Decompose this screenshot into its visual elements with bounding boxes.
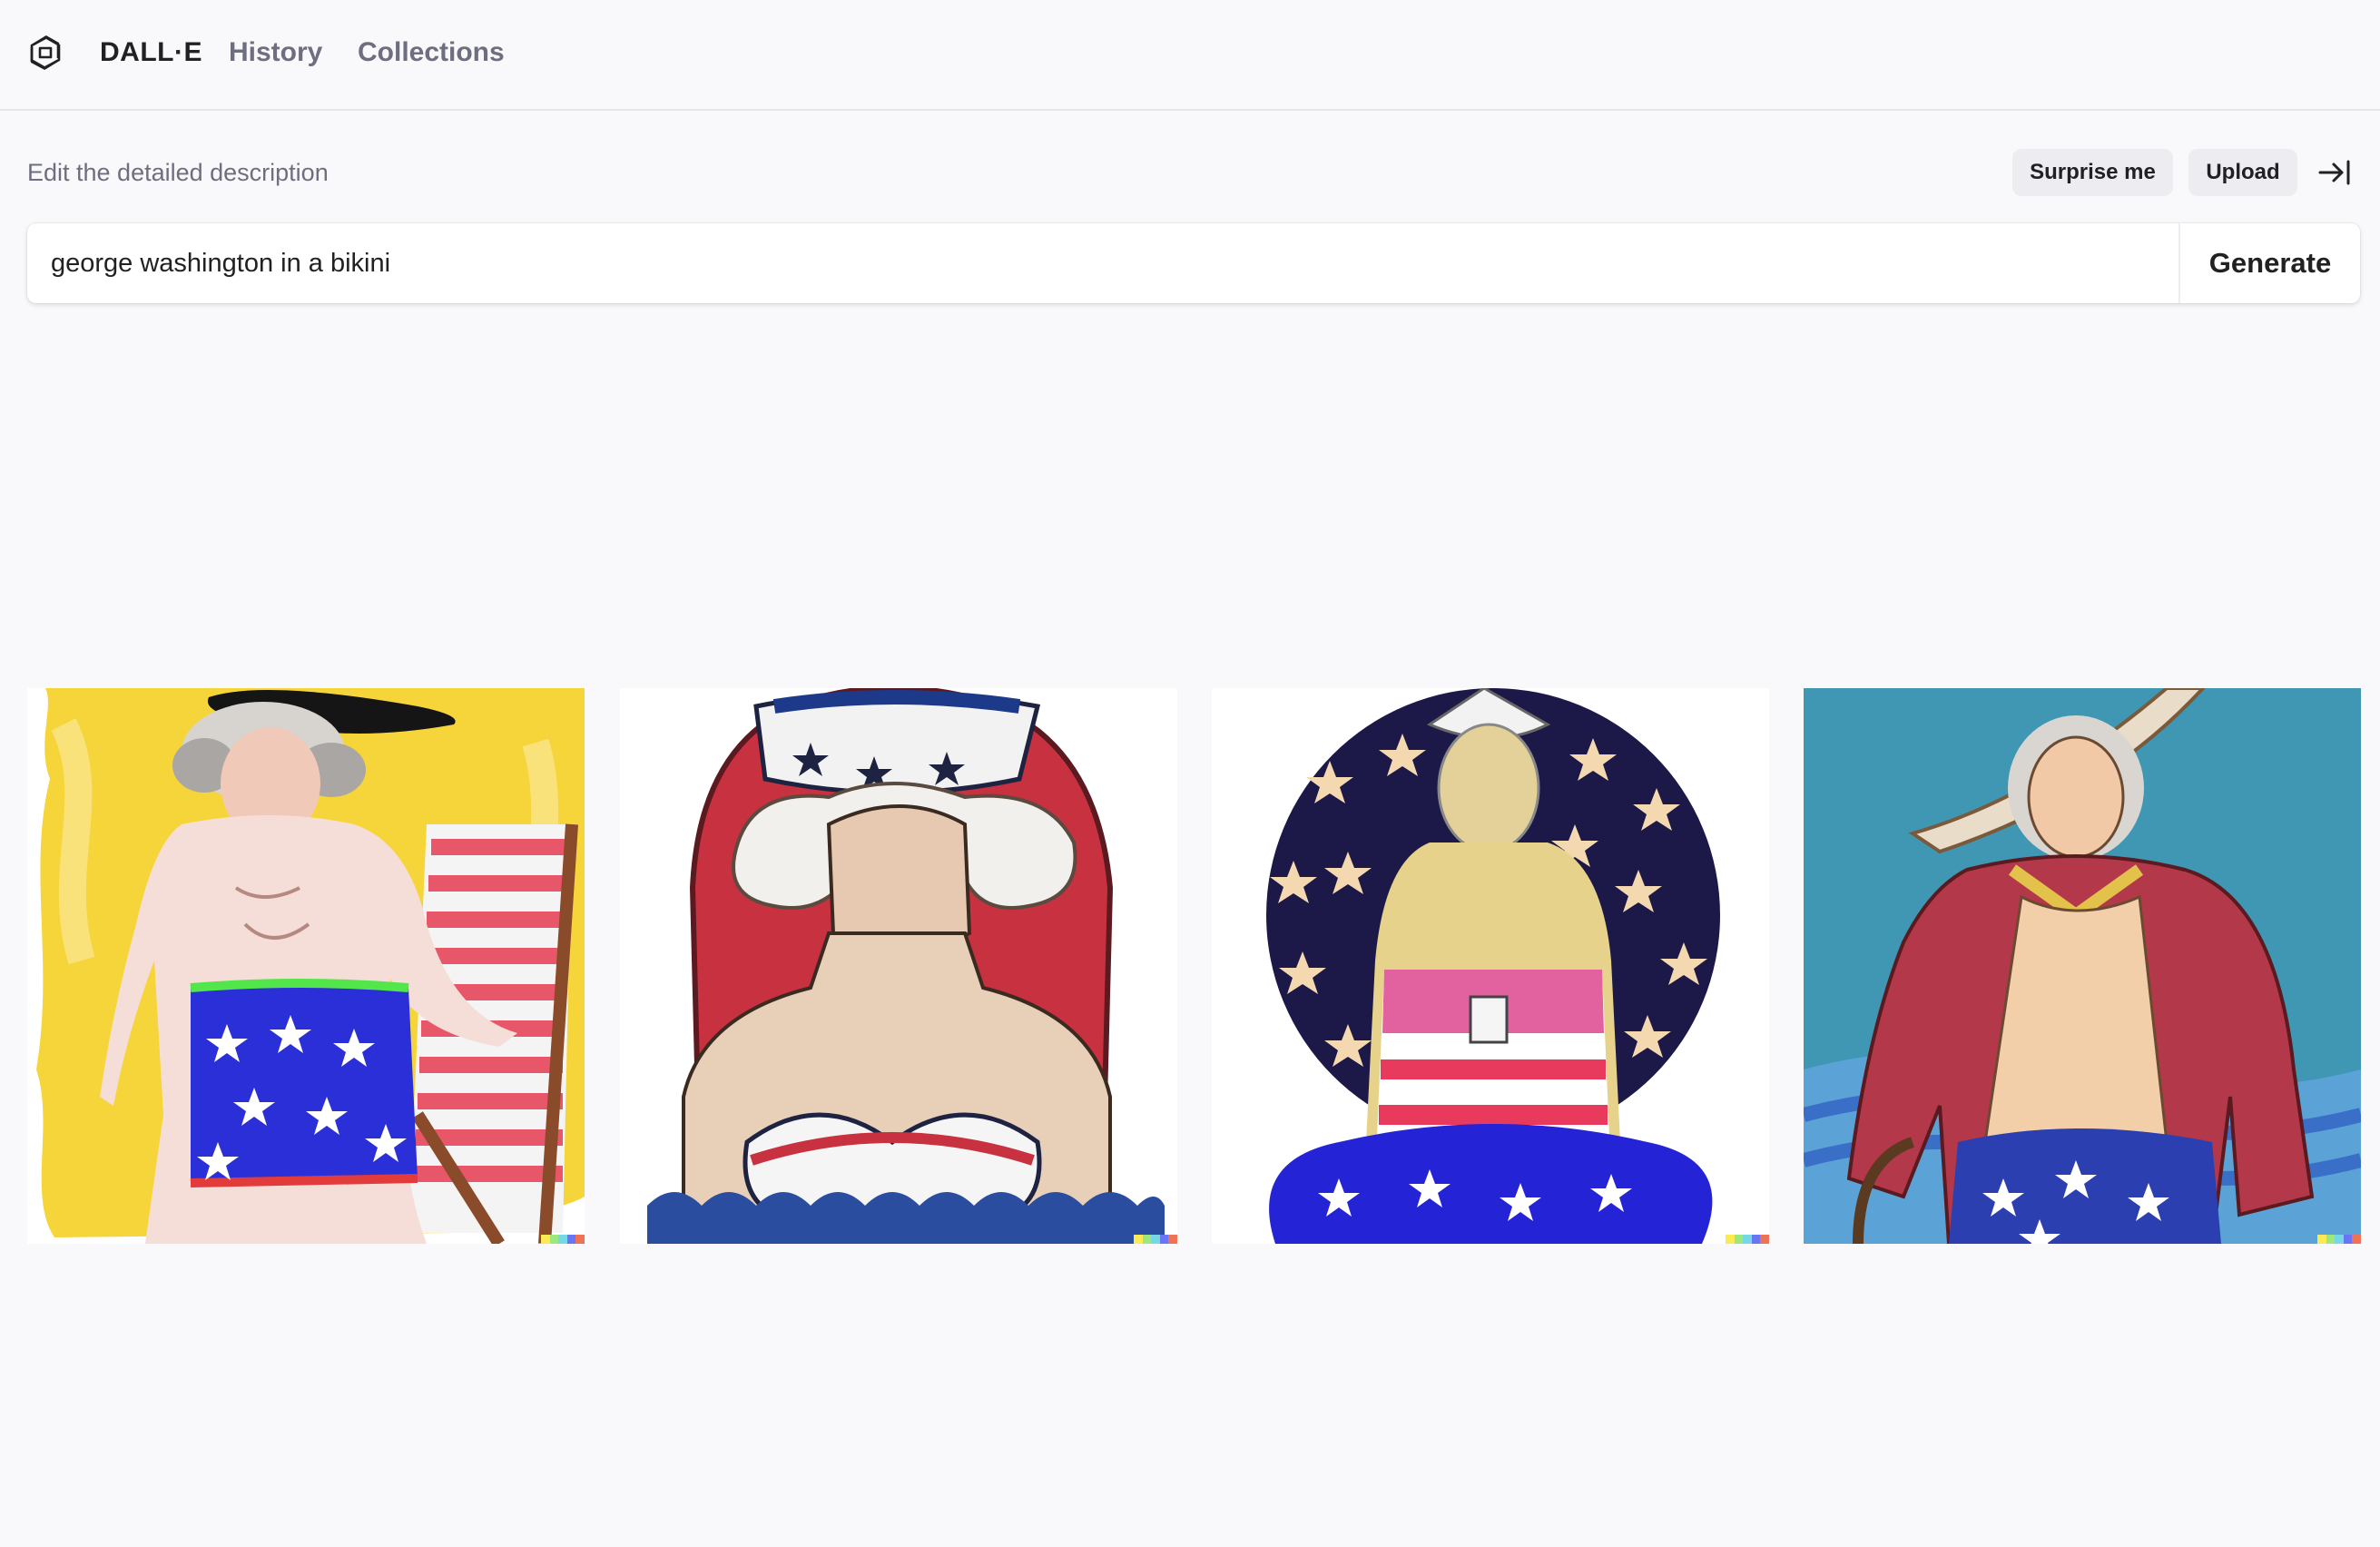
nav-collections-link[interactable]: Collections (358, 33, 505, 73)
signature-mark (2317, 1235, 2361, 1244)
signature-mark (1726, 1235, 1769, 1244)
generated-image-3 (1212, 688, 1769, 1244)
brand-title[interactable]: DALL·E (100, 33, 202, 73)
result-image-3[interactable] (1212, 688, 1769, 1244)
generated-image-4 (1804, 688, 2361, 1244)
result-image-2[interactable] (620, 688, 1177, 1244)
top-nav-bar: DALL·E History Collections (0, 0, 2380, 111)
generated-image-1 (27, 688, 585, 1244)
generated-image-2 (620, 688, 1177, 1244)
prompt-box: Generate (27, 223, 2360, 303)
prompt-input[interactable] (51, 223, 2166, 303)
nav-history-link[interactable]: History (229, 33, 322, 73)
result-image-1[interactable] (27, 688, 585, 1244)
generate-button[interactable]: Generate (2180, 223, 2360, 303)
signature-mark (541, 1235, 585, 1244)
openai-logo-icon[interactable] (25, 33, 65, 73)
upload-button[interactable]: Upload (2188, 149, 2297, 196)
result-image-4[interactable] (1804, 688, 2361, 1244)
surprise-me-button[interactable]: Surprise me (2012, 149, 2173, 196)
signature-mark (1134, 1235, 1177, 1244)
collapse-sidebar-icon[interactable] (2316, 154, 2353, 191)
prompt-label: Edit the detailed description (27, 159, 329, 186)
